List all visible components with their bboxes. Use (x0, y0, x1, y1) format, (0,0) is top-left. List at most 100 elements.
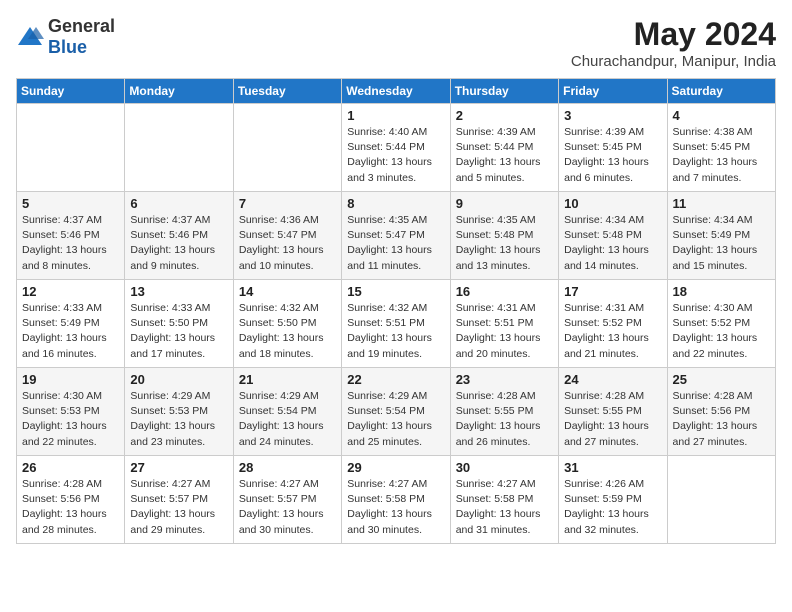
calendar-cell: 3Sunrise: 4:39 AM Sunset: 5:45 PM Daylig… (559, 104, 667, 192)
weekday-header-row: SundayMondayTuesdayWednesdayThursdayFrid… (17, 79, 776, 104)
weekday-header-sunday: Sunday (17, 79, 125, 104)
calendar-cell: 12 Sunrise: 4:33 AM Sunset: 5:49 PM Dayli… (17, 280, 125, 368)
day-number: 10 (564, 196, 661, 211)
day-number: 20 (130, 372, 227, 387)
calendar-cell: 6 Sunrise: 4:37 AM Sunset: 5:46 PM Daylig… (125, 192, 233, 280)
calendar-cell: 30 Sunrise: 4:27 AM Sunset: 5:58 PM Dayli… (450, 456, 558, 544)
day-info: Sunrise: 4:32 AM Sunset: 5:51 PM Dayligh… (347, 301, 444, 362)
day-number: 18 (673, 284, 770, 299)
calendar-cell: 23Sunrise: 4:28 AM Sunset: 5:55 PM Dayli… (450, 368, 558, 456)
day-info: Sunrise: 4:27 AM Sunset: 5:57 PM Dayligh… (239, 477, 336, 538)
day-info: Sunrise: 4:27 AM Sunset: 5:57 PM Dayligh… (130, 477, 227, 538)
day-number: 6 (130, 196, 227, 211)
day-number: 23 (456, 372, 553, 387)
day-number: 8 (347, 196, 444, 211)
calendar-cell: 13 Sunrise: 4:33 AM Sunset: 5:50 PM Dayli… (125, 280, 233, 368)
calendar-week-row: 26 Sunrise: 4:28 AM Sunset: 5:56 PM Dayli… (17, 456, 776, 544)
day-info: Sunrise: 4:29 AM Sunset: 5:54 PM Dayligh… (347, 389, 444, 450)
calendar-cell (17, 104, 125, 192)
day-info: Sunrise: 4:30 AM Sunset: 5:52 PM Dayligh… (673, 301, 770, 362)
day-number: 7 (239, 196, 336, 211)
calendar-cell: 24 Sunrise: 4:28 AM Sunset: 5:55 PM Dayli… (559, 368, 667, 456)
calendar-cell: 29Sunrise: 4:27 AM Sunset: 5:58 PM Dayli… (342, 456, 450, 544)
day-info: Sunrise: 4:38 AM Sunset: 5:45 PM Dayligh… (673, 125, 770, 186)
day-number: 25 (673, 372, 770, 387)
day-number: 12 (22, 284, 119, 299)
calendar-cell: 2 Sunrise: 4:39 AM Sunset: 5:44 PM Daylig… (450, 104, 558, 192)
calendar-cell: 16 Sunrise: 4:31 AM Sunset: 5:51 PM Dayli… (450, 280, 558, 368)
day-info: Sunrise: 4:28 AM Sunset: 5:56 PM Dayligh… (22, 477, 119, 538)
calendar-cell: 25Sunrise: 4:28 AM Sunset: 5:56 PM Dayli… (667, 368, 775, 456)
day-info: Sunrise: 4:37 AM Sunset: 5:46 PM Dayligh… (130, 213, 227, 274)
calendar-cell: 31 Sunrise: 4:26 AM Sunset: 5:59 PM Dayli… (559, 456, 667, 544)
day-info: Sunrise: 4:26 AM Sunset: 5:59 PM Dayligh… (564, 477, 661, 538)
calendar-cell: 9 Sunrise: 4:35 AM Sunset: 5:48 PM Daylig… (450, 192, 558, 280)
day-info: Sunrise: 4:33 AM Sunset: 5:49 PM Dayligh… (22, 301, 119, 362)
day-info: Sunrise: 4:27 AM Sunset: 5:58 PM Dayligh… (456, 477, 553, 538)
day-info: Sunrise: 4:34 AM Sunset: 5:48 PM Dayligh… (564, 213, 661, 274)
day-info: Sunrise: 4:31 AM Sunset: 5:52 PM Dayligh… (564, 301, 661, 362)
weekday-header-thursday: Thursday (450, 79, 558, 104)
day-number: 1 (347, 108, 444, 123)
calendar-cell: 28 Sunrise: 4:27 AM Sunset: 5:57 PM Dayli… (233, 456, 341, 544)
calendar-week-row: 1 Sunrise: 4:40 AM Sunset: 5:44 PM Daylig… (17, 104, 776, 192)
calendar-cell (125, 104, 233, 192)
day-number: 22 (347, 372, 444, 387)
day-number: 30 (456, 460, 553, 475)
logo-general: General (48, 16, 115, 36)
day-number: 28 (239, 460, 336, 475)
calendar-cell: 10 Sunrise: 4:34 AM Sunset: 5:48 PM Dayli… (559, 192, 667, 280)
calendar-cell: 14 Sunrise: 4:32 AM Sunset: 5:50 PM Dayli… (233, 280, 341, 368)
calendar-cell (233, 104, 341, 192)
calendar-cell: 26 Sunrise: 4:28 AM Sunset: 5:56 PM Dayli… (17, 456, 125, 544)
day-info: Sunrise: 4:39 AM Sunset: 5:44 PM Dayligh… (456, 125, 553, 186)
month-title: May 2024 (571, 16, 776, 53)
day-number: 27 (130, 460, 227, 475)
calendar-cell: 15Sunrise: 4:32 AM Sunset: 5:51 PM Dayli… (342, 280, 450, 368)
calendar-cell: 17 Sunrise: 4:31 AM Sunset: 5:52 PM Dayli… (559, 280, 667, 368)
day-number: 11 (673, 196, 770, 211)
calendar-cell: 5 Sunrise: 4:37 AM Sunset: 5:46 PM Daylig… (17, 192, 125, 280)
day-number: 5 (22, 196, 119, 211)
day-info: Sunrise: 4:28 AM Sunset: 5:55 PM Dayligh… (564, 389, 661, 450)
calendar-week-row: 12 Sunrise: 4:33 AM Sunset: 5:49 PM Dayli… (17, 280, 776, 368)
calendar-week-row: 19 Sunrise: 4:30 AM Sunset: 5:53 PM Dayli… (17, 368, 776, 456)
day-info: Sunrise: 4:35 AM Sunset: 5:47 PM Dayligh… (347, 213, 444, 274)
calendar-cell (667, 456, 775, 544)
calendar-table: SundayMondayTuesdayWednesdayThursdayFrid… (16, 78, 776, 544)
day-number: 4 (673, 108, 770, 123)
calendar-cell: 21Sunrise: 4:29 AM Sunset: 5:54 PM Dayli… (233, 368, 341, 456)
day-info: Sunrise: 4:34 AM Sunset: 5:49 PM Dayligh… (673, 213, 770, 274)
day-number: 14 (239, 284, 336, 299)
day-info: Sunrise: 4:30 AM Sunset: 5:53 PM Dayligh… (22, 389, 119, 450)
calendar-cell: 8 Sunrise: 4:35 AM Sunset: 5:47 PM Daylig… (342, 192, 450, 280)
day-info: Sunrise: 4:35 AM Sunset: 5:48 PM Dayligh… (456, 213, 553, 274)
logo: General Blue (16, 16, 115, 58)
day-number: 9 (456, 196, 553, 211)
calendar-cell: 11 Sunrise: 4:34 AM Sunset: 5:49 PM Dayli… (667, 192, 775, 280)
logo-icon (16, 25, 44, 49)
weekday-header-tuesday: Tuesday (233, 79, 341, 104)
day-number: 2 (456, 108, 553, 123)
day-number: 24 (564, 372, 661, 387)
weekday-header-wednesday: Wednesday (342, 79, 450, 104)
day-number: 19 (22, 372, 119, 387)
calendar-cell: 18 Sunrise: 4:30 AM Sunset: 5:52 PM Dayli… (667, 280, 775, 368)
day-info: Sunrise: 4:27 AM Sunset: 5:58 PM Dayligh… (347, 477, 444, 538)
day-number: 17 (564, 284, 661, 299)
day-info: Sunrise: 4:40 AM Sunset: 5:44 PM Dayligh… (347, 125, 444, 186)
day-info: Sunrise: 4:29 AM Sunset: 5:53 PM Dayligh… (130, 389, 227, 450)
day-number: 16 (456, 284, 553, 299)
calendar-cell: 4 Sunrise: 4:38 AM Sunset: 5:45 PM Daylig… (667, 104, 775, 192)
day-info: Sunrise: 4:37 AM Sunset: 5:46 PM Dayligh… (22, 213, 119, 274)
day-number: 13 (130, 284, 227, 299)
weekday-header-saturday: Saturday (667, 79, 775, 104)
calendar-cell: 22 Sunrise: 4:29 AM Sunset: 5:54 PM Dayli… (342, 368, 450, 456)
day-number: 31 (564, 460, 661, 475)
day-number: 3 (564, 108, 661, 123)
day-info: Sunrise: 4:33 AM Sunset: 5:50 PM Dayligh… (130, 301, 227, 362)
day-info: Sunrise: 4:32 AM Sunset: 5:50 PM Dayligh… (239, 301, 336, 362)
day-info: Sunrise: 4:31 AM Sunset: 5:51 PM Dayligh… (456, 301, 553, 362)
calendar-cell: 20 Sunrise: 4:29 AM Sunset: 5:53 PM Dayli… (125, 368, 233, 456)
day-number: 26 (22, 460, 119, 475)
